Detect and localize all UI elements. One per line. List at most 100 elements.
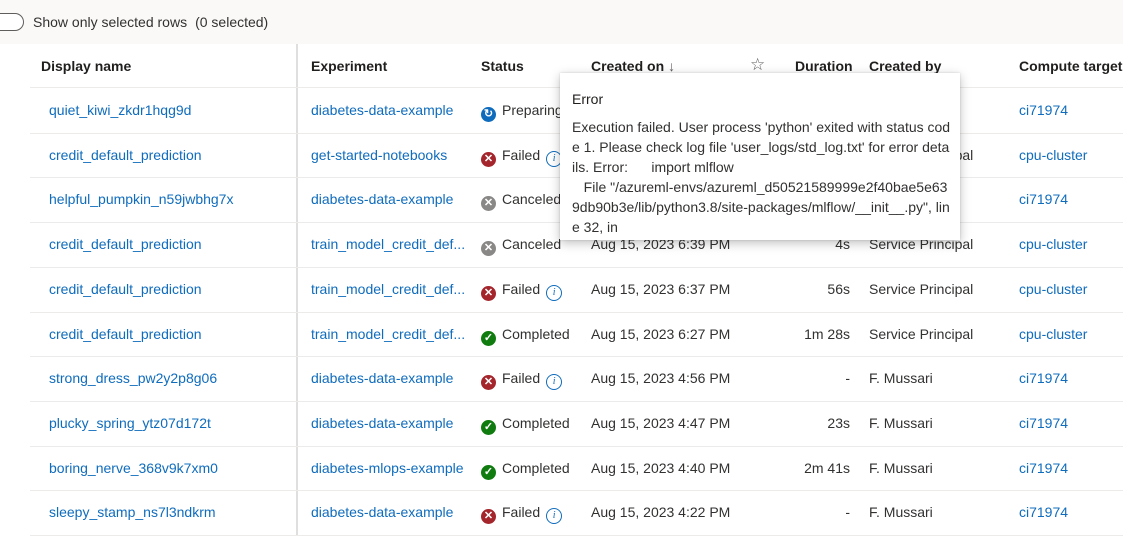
- status-label: Failed: [502, 504, 541, 520]
- created-by-cell: F. Mussari: [869, 504, 933, 520]
- compute-target-link[interactable]: cpu-cluster: [1019, 236, 1087, 252]
- created-on-cell: Aug 15, 2023 4:56 PM: [591, 370, 731, 386]
- star-icon[interactable]: ☆: [750, 55, 765, 75]
- created-on-cell: Aug 15, 2023 6:37 PM: [591, 281, 731, 297]
- duration-cell: -: [845, 504, 850, 520]
- header-created-on[interactable]: Created on ↓: [591, 58, 675, 74]
- created-by-cell: Service Principal: [869, 326, 974, 342]
- canceled-status-icon: ✕: [481, 241, 496, 256]
- compute-target-link[interactable]: cpu-cluster: [1019, 147, 1087, 163]
- status-label: Preparing: [502, 102, 563, 118]
- row-divider: [30, 446, 1123, 447]
- created-by-cell: F. Mussari: [869, 460, 933, 476]
- run-display-name-link[interactable]: credit_default_prediction: [49, 236, 202, 252]
- created-on-cell: Aug 15, 2023 6:27 PM: [591, 326, 731, 342]
- status-cell: ✕ Failed i: [481, 281, 563, 301]
- status-cell: ✕ Failed i: [481, 504, 563, 524]
- run-display-name-link[interactable]: credit_default_prediction: [49, 281, 202, 297]
- created-by-cell: F. Mussari: [869, 415, 933, 431]
- run-display-name-link[interactable]: strong_dress_pw2y2p8g06: [49, 370, 217, 386]
- status-cell: ✓ Completed: [481, 460, 570, 480]
- compute-target-link[interactable]: ci71974: [1019, 504, 1068, 520]
- completed-status-icon: ✓: [481, 465, 496, 480]
- show-selected-toggle[interactable]: [0, 13, 24, 31]
- row-divider: [30, 490, 1123, 491]
- experiment-link[interactable]: train_model_credit_def...: [311, 326, 465, 342]
- compute-target-link[interactable]: ci71974: [1019, 191, 1068, 207]
- duration-cell: -: [845, 370, 850, 386]
- experiment-link[interactable]: diabetes-mlops-example: [311, 460, 464, 476]
- status-label: Canceled: [502, 191, 562, 207]
- preparing-status-icon: ↻: [481, 107, 496, 122]
- status-cell: ↻ Preparing: [481, 102, 563, 122]
- experiment-link[interactable]: diabetes-data-example: [311, 504, 453, 520]
- status-label: Completed: [502, 460, 570, 476]
- experiment-link[interactable]: diabetes-data-example: [311, 370, 453, 386]
- completed-status-icon: ✓: [481, 420, 496, 435]
- header-duration[interactable]: Duration: [795, 58, 853, 74]
- run-display-name-link[interactable]: quiet_kiwi_zkdr1hqg9d: [49, 102, 191, 118]
- created-by-cell: Service Principal: [869, 281, 974, 297]
- header-created-by[interactable]: Created by: [869, 58, 941, 74]
- column-divider[interactable]: [296, 44, 298, 535]
- header-display-name[interactable]: Display name: [41, 58, 131, 74]
- header-compute-target[interactable]: Compute target: [1019, 58, 1122, 74]
- run-display-name-link[interactable]: sleepy_stamp_ns7l3ndkrm: [49, 504, 216, 520]
- row-divider: [30, 312, 1123, 313]
- run-display-name-link[interactable]: plucky_spring_ytz07d172t: [49, 415, 211, 431]
- run-display-name-link[interactable]: credit_default_prediction: [49, 326, 202, 342]
- compute-target-link[interactable]: ci71974: [1019, 102, 1068, 118]
- run-display-name-link[interactable]: credit_default_prediction: [49, 147, 202, 163]
- failed-status-icon: ✕: [481, 509, 496, 524]
- status-cell: ✕ Canceled: [481, 236, 561, 256]
- compute-target-link[interactable]: ci71974: [1019, 460, 1068, 476]
- experiment-link[interactable]: diabetes-data-example: [311, 191, 453, 207]
- compute-target-link[interactable]: ci71974: [1019, 415, 1068, 431]
- completed-status-icon: ✓: [481, 331, 496, 346]
- failed-status-icon: ✕: [481, 375, 496, 390]
- canceled-status-icon: ✕: [481, 196, 496, 211]
- row-divider: [30, 356, 1123, 357]
- status-label: Failed: [502, 281, 541, 297]
- compute-target-link[interactable]: cpu-cluster: [1019, 326, 1087, 342]
- status-label: Completed: [502, 326, 570, 342]
- compute-target-link[interactable]: cpu-cluster: [1019, 281, 1087, 297]
- experiment-link[interactable]: train_model_credit_def...: [311, 236, 465, 252]
- duration-cell: 56s: [827, 281, 850, 297]
- info-icon[interactable]: i: [546, 508, 563, 524]
- status-label: Completed: [502, 415, 570, 431]
- error-tooltip: Error Execution failed. User process 'py…: [560, 73, 960, 240]
- header-created-on-label: Created on: [591, 58, 665, 74]
- run-display-name-link[interactable]: helpful_pumpkin_n59jwbhg7x: [49, 191, 233, 207]
- status-cell: ✓ Completed: [481, 326, 570, 346]
- info-icon[interactable]: i: [546, 285, 563, 301]
- sort-descending-icon[interactable]: ↓: [668, 58, 675, 74]
- tooltip-title: Error: [572, 91, 604, 107]
- status-cell: ✕ Failed i: [481, 147, 563, 167]
- status-label: Canceled: [502, 236, 562, 252]
- experiment-link[interactable]: get-started-notebooks: [311, 147, 447, 163]
- run-display-name-link[interactable]: boring_nerve_368v9k7xm0: [49, 460, 218, 476]
- experiment-link[interactable]: train_model_credit_def...: [311, 281, 465, 297]
- compute-target-link[interactable]: ci71974: [1019, 370, 1068, 386]
- experiment-link[interactable]: diabetes-data-example: [311, 415, 453, 431]
- duration-cell: 23s: [827, 415, 850, 431]
- created-by-cell: F. Mussari: [869, 370, 933, 386]
- created-on-cell: Aug 15, 2023 4:40 PM: [591, 460, 731, 476]
- row-divider: [30, 267, 1123, 268]
- duration-cell: 2m 41s: [804, 460, 850, 476]
- experiment-link[interactable]: diabetes-data-example: [311, 102, 453, 118]
- status-cell: ✕ Failed i: [481, 370, 563, 390]
- status-cell: ✕ Canceled: [481, 191, 561, 211]
- created-on-cell: Aug 15, 2023 4:22 PM: [591, 504, 731, 520]
- failed-status-icon: ✕: [481, 286, 496, 301]
- info-icon[interactable]: i: [546, 374, 563, 390]
- toggle-label-text: Show only selected rows: [33, 14, 188, 30]
- failed-status-icon: ✕: [481, 152, 496, 167]
- header-experiment[interactable]: Experiment: [311, 58, 387, 74]
- header-status[interactable]: Status: [481, 58, 524, 74]
- tooltip-body: Execution failed. User process 'python' …: [572, 119, 951, 235]
- duration-cell: 1m 28s: [804, 326, 850, 342]
- created-on-cell: Aug 15, 2023 4:47 PM: [591, 415, 731, 431]
- row-divider: [30, 401, 1123, 402]
